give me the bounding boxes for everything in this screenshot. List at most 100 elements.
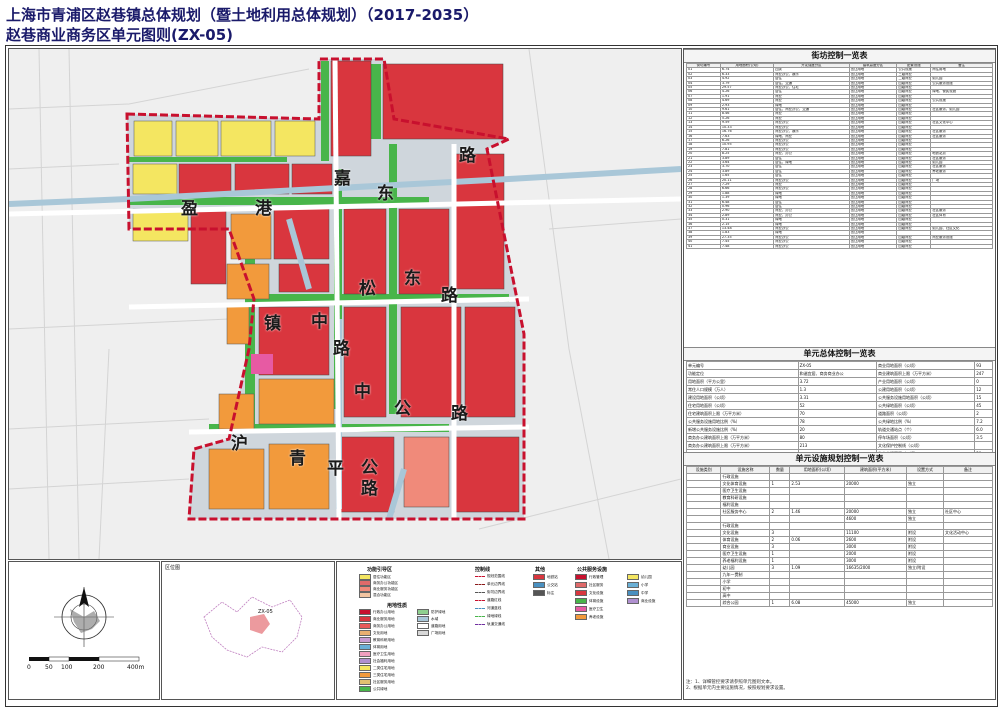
- legend-swatch: [575, 582, 587, 588]
- legend-swatch: [627, 598, 639, 604]
- legend-label: 体育用地: [373, 644, 388, 649]
- table-cell: 2.53: [789, 480, 846, 488]
- legend-swatch: [475, 624, 485, 625]
- land-use-map: 路 嘉 东 盈 港 东 松 路 镇 中 路 中 公 路 沪 青 平 公 路: [8, 48, 682, 560]
- location-map-label: ZX-05: [258, 609, 273, 615]
- table-row: 文化体育设施 1 2.53 20000 独立: [685, 480, 994, 488]
- legend-item: 中学: [627, 590, 648, 596]
- table-cell: 2: [974, 409, 993, 418]
- road-label: 路: [333, 339, 350, 359]
- table-cell: [942, 592, 994, 600]
- legend-label: 公交站: [547, 582, 558, 587]
- table-cell: 213: [797, 441, 877, 450]
- legend-item: 广场用地: [417, 630, 445, 636]
- table-cell: 93: [974, 361, 993, 370]
- table-cell: 养老福利设施: [720, 557, 771, 565]
- table-cell: [720, 515, 771, 523]
- legend-item: 体育用地: [359, 644, 387, 650]
- location-map: 区位图 ZX-05: [161, 561, 335, 700]
- legend-swatch: [533, 590, 545, 596]
- table-cell: 0.06: [789, 536, 846, 544]
- table-cell: [685, 543, 722, 551]
- legend-label: 河道蓝线: [487, 606, 502, 610]
- table-cell: 16635/2000: [844, 564, 908, 572]
- table-row: 建设用地面积（公顷） 3.31 公共服务设施用地面积（公顷） 15: [686, 393, 993, 402]
- table-cell: [942, 557, 994, 565]
- table-row: 养老福利设施 1 3000 附设: [685, 557, 994, 565]
- table-header: 备注: [942, 466, 994, 474]
- legend-item: 道路红线: [475, 598, 501, 603]
- table-cell: 高中: [720, 592, 771, 600]
- legend-item: 养老设施: [575, 614, 603, 620]
- legend-label: 文化用地: [373, 630, 388, 635]
- table-row: 文化设施 3 11100 附设 文化活动中心: [685, 529, 994, 537]
- table-row: 九年一贯制: [685, 571, 994, 579]
- legend-item: 绿地绿线: [475, 614, 501, 619]
- table-cell: 文化体育设施: [720, 480, 771, 488]
- legend-swatch: [627, 590, 639, 596]
- street-control-table: 街坊编号 用地面积(公顷) 开发强度分区 建筑高度分区 配置设施 备注 01 6.74 四类出…: [686, 62, 993, 250]
- table-cell: 文化活动中心: [942, 529, 994, 537]
- table-cell: [789, 585, 846, 593]
- table-cell: 3: [769, 564, 791, 572]
- legend-label: 绿地绿线: [487, 614, 502, 618]
- table-cell: [906, 501, 944, 509]
- table-cell: [789, 557, 846, 565]
- road-label: 东: [404, 269, 421, 289]
- page-title: 上海市青浦区赵巷镇总体规划（暨土地利用总体规划）（2017-2035）: [6, 6, 479, 24]
- table-cell: [685, 522, 722, 530]
- table-cell: [906, 494, 944, 502]
- road-label: 路: [361, 479, 378, 499]
- table-row: 综合公园 1 6.08 45000 独立: [685, 599, 994, 607]
- table-cell: [942, 501, 994, 509]
- table-cell: [844, 592, 908, 600]
- legend-label: 道路用地: [431, 623, 446, 628]
- table-row: 体育设施 2 0.06 2600 附设: [685, 536, 994, 544]
- road-label: 路: [451, 404, 468, 424]
- table-cell: [844, 571, 908, 579]
- table-cell: [906, 473, 944, 481]
- table-cell: 3: [769, 543, 791, 551]
- table-cell: [769, 592, 791, 600]
- legend-label: 街坊边界线: [487, 590, 505, 594]
- table-cell: [942, 543, 994, 551]
- table-cell: 独立: [906, 508, 944, 516]
- legend-label: 商务办公用地: [373, 623, 395, 628]
- table-cell: 产业用地面积（公顷）: [875, 377, 976, 386]
- table-cell: [942, 487, 994, 495]
- table-cell: 2: [769, 536, 791, 544]
- table-row: 商务办公建筑面积上限（万平方米） 213 文化保护控制线（公顷）: [686, 441, 993, 450]
- table-cell: 商业建筑面积上限（万平方米）: [875, 369, 976, 378]
- table-cell: [685, 536, 722, 544]
- table-row: 幼儿园 3 1.09 16635/2000 独立/附设: [685, 564, 994, 572]
- table-cell: [685, 557, 722, 565]
- legend-title: 功能引导区: [367, 567, 393, 573]
- legend-swatch: [475, 608, 485, 609]
- table-cell: [769, 473, 791, 481]
- legend-swatch: [359, 672, 371, 678]
- scale-tick: 0: [27, 664, 31, 671]
- table-cell: 1: [769, 550, 791, 558]
- table-cell: [942, 585, 994, 593]
- legend-label: 商业服务功能区: [373, 586, 399, 591]
- table-cell: ZX-05: [797, 361, 877, 370]
- legend-swatch: [359, 623, 371, 629]
- legend-label: 商业服务用地: [373, 616, 395, 621]
- legend-label: 商务办公功能区: [373, 580, 399, 585]
- table-cell: [906, 578, 944, 586]
- table-row: 小学: [685, 578, 994, 586]
- table-header: 设施类别: [685, 466, 722, 474]
- legend-label: 单元边界线: [487, 582, 505, 586]
- table-cell: 4600: [844, 515, 908, 523]
- legend-swatch: [533, 574, 545, 580]
- table-cell: [685, 480, 722, 488]
- table-cell: [942, 494, 994, 502]
- table-cell: [789, 550, 846, 558]
- map-drawing: [9, 49, 681, 559]
- table-cell: 1.3: [797, 385, 877, 394]
- table-row: 住宅建筑面积上限（万平方米） 70 道路面积（公顷） 2: [686, 409, 993, 418]
- table-cell: [789, 571, 846, 579]
- table-row: 初中: [685, 585, 994, 593]
- table-cell: 6.08: [789, 599, 846, 607]
- table-cell: [844, 473, 908, 481]
